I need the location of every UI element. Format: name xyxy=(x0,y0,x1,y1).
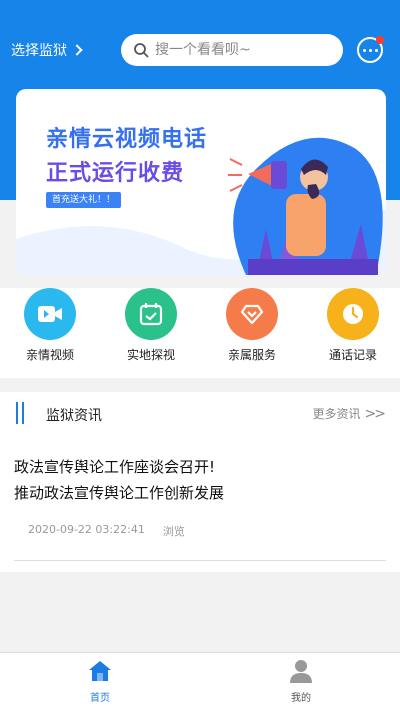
clock-icon xyxy=(327,288,379,340)
news-title-line1: 政法宣传舆论工作座谈会召开! xyxy=(14,458,216,476)
news-section: 监狱资讯 更多资讯 >> 政法宣传舆论工作座谈会召开! 推动政法宣传舆论工作创新… xyxy=(0,392,400,572)
news-title-line2: 推动政法宣传舆论工作创新发展 xyxy=(14,484,225,502)
select-prison-label: 选择监狱 xyxy=(11,43,67,59)
quick-action-label: 亲属服务 xyxy=(227,348,276,362)
quick-action-label: 亲情视频 xyxy=(25,348,74,362)
banner-title-line2: 正式运行收费 xyxy=(46,161,185,186)
more-dot xyxy=(374,48,378,52)
more-dot xyxy=(368,48,372,52)
quick-action-video[interactable]: 亲情视频 xyxy=(15,288,85,363)
section-marker-icon xyxy=(16,402,24,424)
quick-action-label: 实地探视 xyxy=(126,348,175,362)
quick-action-call-records[interactable]: 通话记录 xyxy=(318,288,388,363)
quick-action-label: 通话记录 xyxy=(328,348,377,362)
promo-banner[interactable]: 亲情云视频电话 正式运行收费 首充送大礼！！ xyxy=(16,89,386,275)
double-chevron-right-icon: >> xyxy=(364,405,387,422)
notification-badge xyxy=(376,36,384,44)
quick-action-family-service[interactable]: 亲属服务 xyxy=(217,288,287,363)
news-item[interactable]: 政法宣传舆论工作座谈会召开! 推动政法宣传舆论工作创新发展 xyxy=(14,454,384,506)
more-news-label: 更多资讯 xyxy=(312,407,361,421)
top-header: 选择监狱 xyxy=(0,0,400,100)
news-views-label: 浏览 xyxy=(162,525,185,538)
news-date: 2020-09-22 03:22:41 xyxy=(28,523,145,536)
bottom-tab-bar: 首页 我的 xyxy=(0,652,400,711)
news-header: 监狱资讯 更多资讯 >> xyxy=(16,402,387,426)
search-icon xyxy=(134,43,149,58)
quick-action-visit[interactable]: 实地探视 xyxy=(116,288,186,363)
select-prison-button[interactable]: 选择监狱 xyxy=(11,40,83,60)
chevron-right-icon xyxy=(71,44,83,56)
heart-diamond-icon xyxy=(226,288,278,340)
news-section-title: 监狱资讯 xyxy=(46,408,102,424)
more-menu-button[interactable] xyxy=(357,36,384,63)
search-bar[interactable] xyxy=(121,34,343,66)
divider xyxy=(14,560,386,561)
tab-home[interactable]: 首页 xyxy=(70,659,130,704)
banner-tag: 首充送大礼！！ xyxy=(46,192,122,208)
tab-home-label: 首页 xyxy=(90,693,110,704)
more-news-link[interactable]: 更多资讯 >> xyxy=(312,405,387,422)
video-camera-icon xyxy=(24,288,76,340)
calendar-check-icon xyxy=(125,288,177,340)
quick-actions: 亲情视频 实地探视 亲属服务 通话记录 xyxy=(0,288,400,378)
user-icon xyxy=(290,660,312,683)
more-dots-icon xyxy=(362,48,366,52)
home-icon xyxy=(89,661,111,681)
search-input[interactable] xyxy=(155,42,335,58)
tab-mine-label: 我的 xyxy=(291,693,311,704)
tab-mine[interactable]: 我的 xyxy=(271,659,331,704)
news-meta: 2020-09-22 03:22:41 浏览 xyxy=(28,523,185,539)
banner-title-line1: 亲情云视频电话 xyxy=(46,127,208,152)
